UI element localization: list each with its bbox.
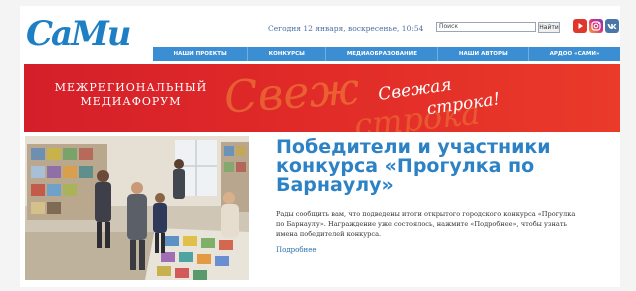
search-button[interactable]: Найти xyxy=(538,22,560,33)
banner-title-line1: МЕЖРЕГИОНАЛЬНЫЙ xyxy=(54,81,208,94)
page: СаМи Сегодня 12 января, воскресенье, 10:… xyxy=(20,6,620,287)
nav-item-ardoo-sami[interactable]: АРДОО «САМИ» xyxy=(528,47,620,61)
search-input[interactable]: Поиск xyxy=(436,22,536,32)
mediaforum-banner[interactable]: Свеж строка МЕЖРЕГИОНАЛЬНЫЙ МЕДИАФОРУМ С… xyxy=(24,64,620,132)
vk-icon[interactable] xyxy=(605,19,619,33)
nav-item-authors[interactable]: НАШИ АВТОРЫ xyxy=(437,47,528,61)
article-text: Рады сообщить вам, что подведены итоги о… xyxy=(276,210,576,238)
read-more-link[interactable]: Подробнее xyxy=(276,246,317,254)
banner-title: МЕЖРЕГИОНАЛЬНЫЙ МЕДИАФОРУМ xyxy=(46,81,216,109)
nav-item-projects[interactable]: НАШИ ПРОЕКТЫ xyxy=(153,47,247,61)
current-date: Сегодня 12 января, воскресенье, 10:54 xyxy=(268,24,424,33)
main-nav: НАШИ ПРОЕКТЫ КОНКУРСЫ МЕДИАОБРАЗОВАНИЕ Н… xyxy=(153,47,620,61)
logo-text[interactable]: СаМи xyxy=(26,14,131,54)
article-photo[interactable] xyxy=(25,136,249,280)
nav-item-media-education[interactable]: МЕДИАОБРАЗОВАНИЕ xyxy=(325,47,437,61)
article-title[interactable]: Победители и участники конкурса «Прогулк… xyxy=(276,138,576,195)
banner-decoration: Свеж xyxy=(222,64,361,124)
youtube-icon[interactable] xyxy=(573,19,587,33)
site-logo[interactable]: СаМи xyxy=(26,12,131,54)
nav-item-contests[interactable]: КОНКУРСЫ xyxy=(247,47,325,61)
instagram-icon[interactable] xyxy=(589,19,603,33)
banner-title-line2: МЕДИАФОРУМ xyxy=(80,95,182,108)
